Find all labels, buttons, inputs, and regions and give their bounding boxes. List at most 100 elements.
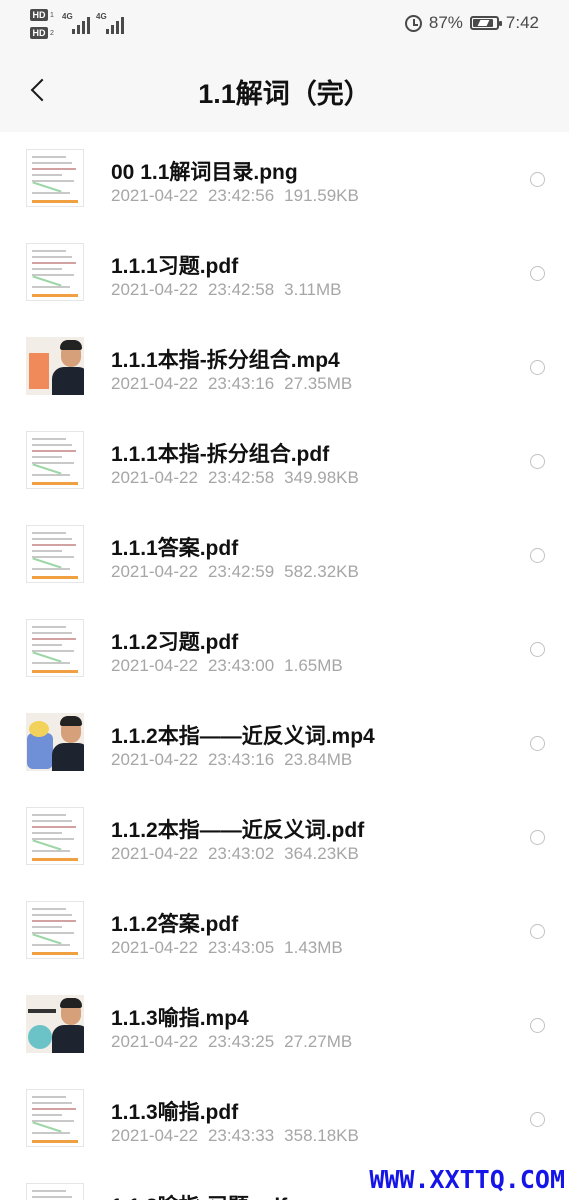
thumbnail-line [32, 638, 76, 640]
select-radio[interactable] [530, 360, 545, 375]
file-row[interactable]: 00 1.1解词目录.png 2021-04-22 23:42:56 191.59KB [0, 132, 569, 226]
file-row[interactable]: 1.1.2本指——近反义词.pdf 2021-04-22 23:43:02 364.2… [0, 790, 569, 884]
thumbnail-line [32, 1102, 72, 1104]
hd-sub-label: 1 [50, 12, 54, 19]
document-thumbnail [26, 431, 84, 489]
file-meta: 2021-04-22 23:43:33 358.18KB [111, 1126, 359, 1146]
thumbnail-line [32, 256, 72, 258]
document-thumbnail [26, 525, 84, 583]
file-date: 2021-04-22 [111, 468, 198, 487]
file-meta: 2021-04-22 23:42:58 3.11MB [111, 280, 341, 300]
file-size: 23.84MB [284, 750, 353, 769]
select-radio[interactable] [530, 454, 545, 469]
thumbnail-line [32, 944, 70, 946]
thumbnail-line [32, 576, 78, 579]
thumbnail-line [32, 952, 78, 955]
select-radio[interactable] [530, 548, 545, 563]
thumbnail-person-body [52, 743, 84, 771]
file-meta: 2021-04-22 23:43:05 1.43MB [111, 938, 343, 958]
file-meta: 2021-04-22 23:43:00 1.65MB [111, 656, 343, 676]
file-meta: 2021-04-22 23:42:56 191.59KB [111, 186, 359, 206]
file-row[interactable]: 1.1.3喻指.pdf 2021-04-22 23:43:33 358.18KB [0, 1072, 569, 1166]
select-radio[interactable] [530, 924, 545, 939]
file-time: 23:43:25 [207, 1032, 275, 1051]
thumbnail-line [32, 1190, 66, 1192]
file-date: 2021-04-22 [111, 280, 198, 299]
thumbnail-line [32, 192, 70, 194]
file-name: 1.1.3喻指.pdf [111, 1101, 239, 1124]
thumbnail-line [32, 450, 76, 452]
file-row[interactable]: 1.1.2答案.pdf 2021-04-22 23:43:05 1.43MB [0, 884, 569, 978]
file-time: 23:43:05 [207, 938, 275, 957]
file-date: 2021-04-22 [111, 656, 198, 675]
select-radio[interactable] [530, 642, 545, 657]
thumbnail-line [32, 162, 72, 164]
thumbnail-person-body [52, 1025, 84, 1053]
file-size: 27.27MB [284, 1032, 353, 1051]
file-meta: 2021-04-22 23:43:16 27.35MB [111, 374, 352, 394]
thumbnail-line [32, 838, 74, 840]
battery-charging-icon [469, 16, 502, 30]
file-name: 1.1.1答案.pdf [111, 537, 239, 560]
file-size: 349.98KB [284, 468, 359, 487]
thumbnail-line [32, 1140, 78, 1143]
file-name: 1.1.1本指-拆分组合.pdf [111, 443, 330, 466]
file-time: 23:43:00 [207, 656, 275, 675]
thumbnail-line [32, 556, 74, 558]
thumbnail-person-hair [60, 998, 82, 1008]
file-row[interactable]: 1.1.1本指-拆分组合.pdf 2021-04-22 23:42:58 349.98… [0, 414, 569, 508]
file-row[interactable]: 1.1.1答案.pdf 2021-04-22 23:42:59 582.32KB [0, 508, 569, 602]
file-row[interactable]: 1.1.1习题.pdf 2021-04-22 23:42:58 3.11MB [0, 226, 569, 320]
select-radio[interactable] [530, 830, 545, 845]
thumbnail-line [32, 662, 70, 664]
file-row[interactable]: 1.1.1本指-拆分组合.mp4 2021-04-22 23:43:16 27.35M… [0, 320, 569, 414]
document-thumbnail [26, 1089, 84, 1147]
select-radio[interactable] [530, 172, 545, 187]
document-thumbnail [26, 1183, 84, 1200]
select-radio[interactable] [530, 266, 545, 281]
file-time: 23:42:56 [207, 186, 275, 205]
thumbnail-line [32, 557, 62, 569]
file-size: 27.35MB [284, 374, 353, 393]
thumbnail-line [32, 826, 76, 828]
file-date: 2021-04-22 [111, 844, 198, 863]
thumbnail-line [32, 462, 74, 464]
file-name: 1.1.1本指-拆分组合.mp4 [111, 349, 340, 372]
select-radio[interactable] [530, 1018, 545, 1033]
thumbnail-line [32, 1120, 74, 1122]
thumbnail-line [32, 286, 70, 288]
thumbnail-line [32, 274, 74, 276]
file-list[interactable]: 00 1.1解词目录.png 2021-04-22 23:42:56 191.59KB… [0, 132, 569, 1200]
thumbnail-line [32, 632, 72, 634]
clock: 7:42 [505, 13, 539, 32]
thumbnail-line [32, 651, 62, 663]
thumbnail-line [32, 908, 66, 910]
thumbnail-line [32, 174, 62, 176]
thumbnail-banner [28, 1009, 56, 1013]
thumbnail-line [32, 156, 66, 158]
thumbnail-line [32, 268, 62, 270]
thumbnail-line [32, 482, 78, 485]
file-name: 1.1.2本指——近反义词.mp4 [111, 725, 375, 748]
file-date: 2021-04-22 [111, 1126, 198, 1145]
file-time: 23:42:58 [207, 468, 275, 487]
select-radio[interactable] [530, 736, 545, 751]
thumbnail-line [32, 832, 62, 834]
file-time: 23:43:02 [207, 844, 275, 863]
file-size: 1.65MB [284, 656, 343, 675]
thumbnail-line [32, 294, 78, 297]
file-date: 2021-04-22 [111, 750, 198, 769]
file-row[interactable]: 1.1.3喻指.mp4 2021-04-22 23:43:25 27.27MB [0, 978, 569, 1072]
file-row[interactable]: 1.1.2本指——近反义词.mp4 2021-04-22 23:43:16 23.84… [0, 696, 569, 790]
thumbnail-line [32, 474, 70, 476]
thumbnail-line [32, 814, 66, 816]
select-radio[interactable] [530, 1112, 545, 1127]
file-size: 3.11MB [284, 280, 342, 299]
status-bar: HD 1 HD 2 4G 4G 87% 7:42 [0, 0, 569, 48]
file-size: 191.59KB [284, 186, 359, 205]
file-size: 364.23KB [284, 844, 359, 863]
file-row[interactable]: 1.1.2习题.pdf 2021-04-22 23:43:00 1.65MB [0, 602, 569, 696]
thumbnail-line [32, 920, 76, 922]
hd-sub-label: 2 [50, 30, 54, 37]
file-meta: 2021-04-22 23:43:16 23.84MB [111, 750, 352, 770]
